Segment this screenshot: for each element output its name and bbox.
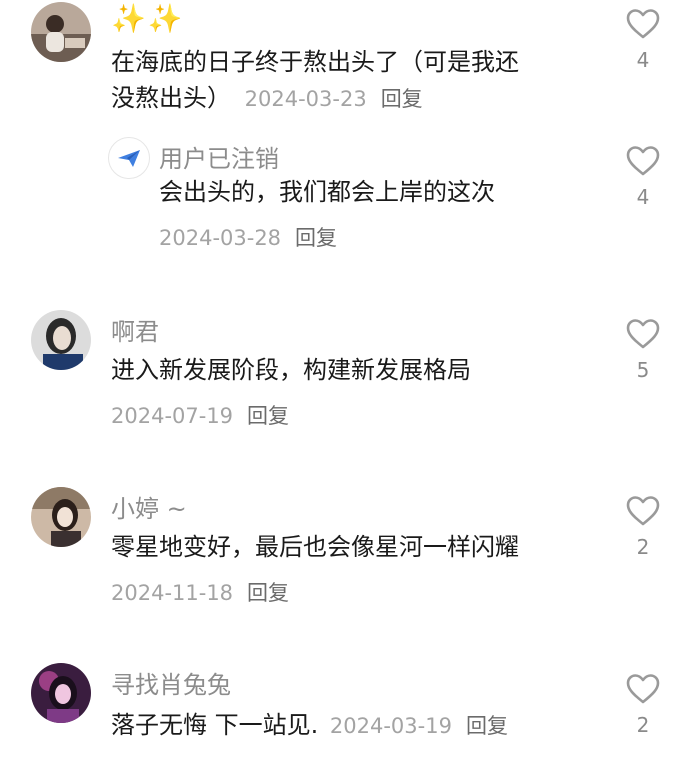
like-count: 2: [636, 713, 650, 737]
avatar[interactable]: [31, 2, 91, 62]
avatar[interactable]: [31, 487, 91, 547]
heart-outline-icon: [626, 9, 660, 39]
comment-text: 落子无悔 下一站见. 2024-03-19 回复: [111, 707, 591, 744]
heart-outline-icon: [626, 146, 660, 176]
reply-button[interactable]: 回复: [381, 87, 423, 111]
reply-button[interactable]: 回复: [247, 581, 289, 605]
like-count: 2: [636, 535, 650, 559]
comment-meta: 2024-03-28 回复: [159, 222, 337, 252]
avatar[interactable]: [31, 663, 91, 723]
comment-date: 2024-03-23: [244, 87, 367, 111]
paper-plane-icon: [118, 150, 140, 167]
like-button[interactable]: 4: [623, 145, 663, 209]
heart-outline-icon: [626, 496, 660, 526]
comment-date: 2024-07-19: [111, 404, 234, 428]
reply-button[interactable]: 回复: [295, 226, 337, 250]
like-button[interactable]: 2: [623, 495, 663, 559]
like-button[interactable]: 5: [623, 318, 663, 382]
comment-date: 2024-11-18: [111, 581, 234, 605]
username[interactable]: 寻找肖兔兔: [111, 665, 231, 700]
heart-outline-icon: [626, 674, 660, 704]
avatar[interactable]: [108, 137, 150, 179]
username[interactable]: 小婷 ~: [111, 489, 187, 524]
comment-text: 会出头的，我们都会上岸的这次: [159, 178, 495, 206]
comment-text: 在海底的日子终于熬出头了（可是我还 没熬出头） 2024-03-23 回复: [111, 44, 581, 117]
comment-meta: 2024-03-19 回复: [330, 714, 508, 738]
avatar[interactable]: [31, 310, 91, 370]
comment-date: 2024-03-28: [159, 226, 282, 250]
comment-text: 零星地变好，最后也会像星河一样闪耀: [111, 533, 519, 561]
like-count: 5: [636, 358, 650, 382]
comment-meta: 2024-11-18 回复: [111, 577, 289, 607]
username[interactable]: ✨✨: [111, 2, 185, 35]
like-count: 4: [636, 48, 650, 72]
reply-button[interactable]: 回复: [247, 404, 289, 428]
comment-meta: 2024-03-23 回复: [245, 87, 423, 111]
username[interactable]: 用户已注销: [159, 139, 279, 174]
comment-text: 进入新发展阶段，构建新发展格局: [111, 356, 471, 384]
comment-date: 2024-03-19: [329, 714, 452, 738]
comment-text-part: 落子无悔 下一站见.: [111, 711, 319, 739]
reply-button[interactable]: 回复: [466, 714, 508, 738]
like-button[interactable]: 2: [623, 673, 663, 737]
comment-text-part: 在海底的日子终于熬出头了（可是我还: [111, 48, 519, 76]
comment-meta: 2024-07-19 回复: [111, 400, 289, 430]
like-count: 4: [636, 185, 650, 209]
heart-outline-icon: [626, 319, 660, 349]
comment-text-part: 没熬出头）: [111, 84, 231, 112]
like-button[interactable]: 4: [623, 8, 663, 72]
username[interactable]: 啊君: [111, 312, 159, 347]
